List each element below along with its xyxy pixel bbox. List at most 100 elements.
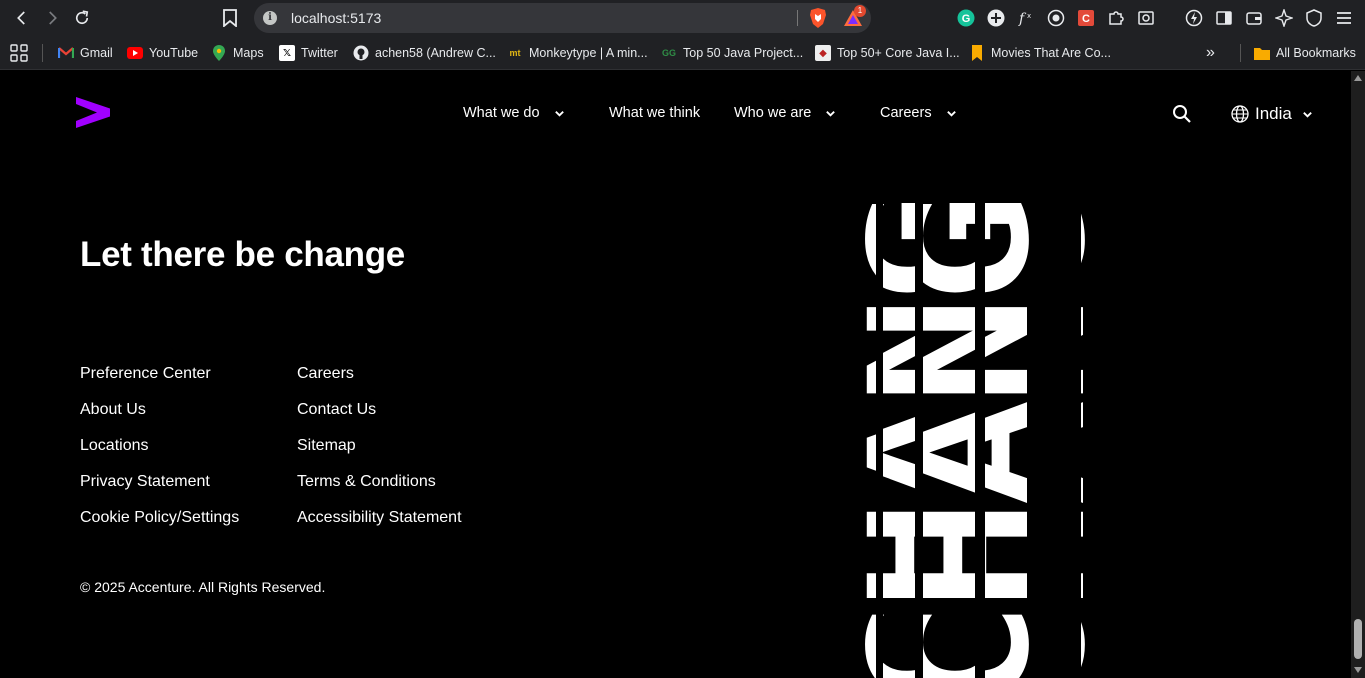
- bookmark-twitter[interactable]: 𝕏 Twitter: [279, 44, 338, 62]
- all-bookmarks-label: All Bookmarks: [1276, 46, 1356, 60]
- bookmark-youtube[interactable]: YouTube: [127, 44, 198, 62]
- geeksforgeeks-icon: GG: [661, 48, 676, 58]
- reload-icon: [75, 10, 89, 25]
- gmail-icon: [58, 45, 74, 61]
- bookmark-label: YouTube: [149, 46, 199, 60]
- x-icon: 𝕏: [279, 45, 295, 61]
- search-icon[interactable]: [1172, 104, 1192, 124]
- screenshot-icon: [1138, 11, 1154, 25]
- footer-link-preference-center[interactable]: Preference Center: [80, 365, 211, 383]
- footer-link-careers[interactable]: Careers: [297, 365, 354, 383]
- nav-label: What we think: [609, 105, 701, 121]
- bookmark-label: Monkeytype | A min...: [529, 46, 648, 60]
- address-bar[interactable]: i localhost:5173 1: [254, 3, 871, 33]
- bookmark-java-projects[interactable]: GG Top 50 Java Project...: [661, 44, 803, 62]
- footer-link-locations[interactable]: Locations: [80, 437, 149, 455]
- nav-what-we-think[interactable]: What we think: [609, 105, 700, 121]
- bookmarks-divider: [1240, 44, 1241, 62]
- footer-link-contact-us[interactable]: Contact Us: [297, 401, 376, 419]
- bookmarks-divider: [42, 44, 43, 62]
- extensions-button[interactable]: [1106, 8, 1126, 28]
- arrow-left-icon: [17, 11, 25, 25]
- bookmark-page-button[interactable]: [218, 6, 242, 30]
- bookmark-gmail[interactable]: Gmail: [58, 44, 113, 62]
- nav-label: What we do: [463, 105, 540, 121]
- svg-text:x: x: [1027, 12, 1031, 20]
- scroll-up-icon[interactable]: [1354, 75, 1362, 81]
- vpn-button[interactable]: [1304, 8, 1324, 28]
- nav-what-we-do[interactable]: What we do: [463, 105, 565, 121]
- nav-who-we-are[interactable]: Who we are: [734, 105, 836, 121]
- bookmark-maps[interactable]: Maps: [211, 44, 264, 62]
- browser-toolbar: i localhost:5173 1 G fx C: [0, 0, 1365, 36]
- reload-button[interactable]: [70, 6, 94, 30]
- folder-icon: [1254, 45, 1270, 61]
- footer-link-accessibility[interactable]: Accessibility Statement: [297, 509, 462, 527]
- page-viewport: What we do What we think Who we are Care…: [0, 71, 1351, 678]
- formula-extension[interactable]: fx: [1016, 8, 1036, 28]
- footer-link-sitemap[interactable]: Sitemap: [297, 437, 356, 455]
- target-icon: [1047, 9, 1065, 27]
- globe-icon: [1231, 105, 1249, 123]
- rewards-badge: 1: [854, 5, 866, 17]
- omnibox-divider: [797, 10, 798, 26]
- wallet-button[interactable]: [1244, 8, 1264, 28]
- sidebar-button[interactable]: [1214, 8, 1234, 28]
- bookmark-label: Twitter: [301, 46, 338, 60]
- chevron-down-icon: [1303, 111, 1312, 118]
- monkeytype-icon: mt: [509, 48, 521, 58]
- shield-icon: [1306, 9, 1322, 27]
- url-text[interactable]: localhost:5173: [291, 10, 381, 26]
- accenture-logo[interactable]: [76, 97, 110, 131]
- grammarly-extension[interactable]: G: [956, 8, 976, 28]
- brave-shields-icon[interactable]: [808, 7, 828, 29]
- plus-circle-icon: [987, 9, 1005, 27]
- code-icon: C: [1078, 10, 1094, 26]
- grammarly-icon: G: [957, 9, 975, 27]
- code-extension[interactable]: C: [1076, 8, 1096, 28]
- svg-text:C: C: [1082, 13, 1090, 25]
- puzzle-icon: [1109, 11, 1124, 25]
- menu-button[interactable]: [1334, 8, 1354, 28]
- bookmark-label: achen58 (Andrew C...: [375, 46, 496, 60]
- language-selector[interactable]: India: [1231, 104, 1313, 124]
- footer-link-privacy-statement[interactable]: Privacy Statement: [80, 473, 210, 491]
- footer-link-about-us[interactable]: About Us: [80, 401, 146, 419]
- add-extension[interactable]: [986, 8, 1006, 28]
- nav-careers[interactable]: Careers: [880, 105, 957, 121]
- leo-ai-button[interactable]: [1274, 8, 1294, 28]
- bookmark-label: Movies That Are Co...: [991, 46, 1111, 60]
- footer-link-terms[interactable]: Terms & Conditions: [297, 473, 436, 491]
- bookmark-icon: [969, 45, 985, 61]
- more-bookmarks-button[interactable]: »: [1206, 44, 1215, 62]
- scroll-down-icon[interactable]: [1354, 667, 1362, 673]
- nav-label: Careers: [880, 105, 932, 121]
- maps-icon: [211, 45, 227, 61]
- function-icon: fx: [1018, 11, 1031, 27]
- bookmark-label: Top 50 Java Project...: [683, 46, 804, 60]
- footer-link-cookie-policy[interactable]: Cookie Policy/Settings: [80, 509, 239, 527]
- footer-headline: Let there be change: [80, 235, 405, 274]
- scrollbar-thumb[interactable]: [1354, 619, 1362, 659]
- screenshot-extension[interactable]: [1136, 8, 1156, 28]
- bookmark-monkeytype[interactable]: mt Monkeytype | A min...: [507, 44, 648, 62]
- all-bookmarks-button[interactable]: All Bookmarks: [1254, 44, 1356, 62]
- nav-label: Who we are: [734, 105, 812, 121]
- bookmark-github[interactable]: achen58 (Andrew C...: [353, 44, 496, 62]
- copyright-text: © 2025 Accenture. All Rights Reserved.: [80, 579, 326, 595]
- forward-button[interactable]: [40, 6, 64, 30]
- bookmark-movies[interactable]: Movies That Are Co...: [969, 44, 1111, 62]
- lightning-icon: [1185, 9, 1203, 27]
- target-extension[interactable]: [1046, 8, 1066, 28]
- back-button[interactable]: [10, 6, 34, 30]
- page-scrollbar[interactable]: [1351, 71, 1365, 678]
- apps-grid-icon[interactable]: [10, 44, 28, 62]
- bookmark-core-java[interactable]: ◆ Top 50+ Core Java I...: [815, 44, 960, 62]
- chevron-down-icon: [826, 110, 836, 117]
- hamburger-icon: [1337, 12, 1351, 24]
- wallet-icon: [1246, 12, 1262, 25]
- speedreader-button[interactable]: [1184, 8, 1204, 28]
- site-info-icon[interactable]: i: [263, 11, 277, 25]
- chevron-down-icon: [554, 110, 564, 117]
- site-icon: ◆: [815, 45, 831, 61]
